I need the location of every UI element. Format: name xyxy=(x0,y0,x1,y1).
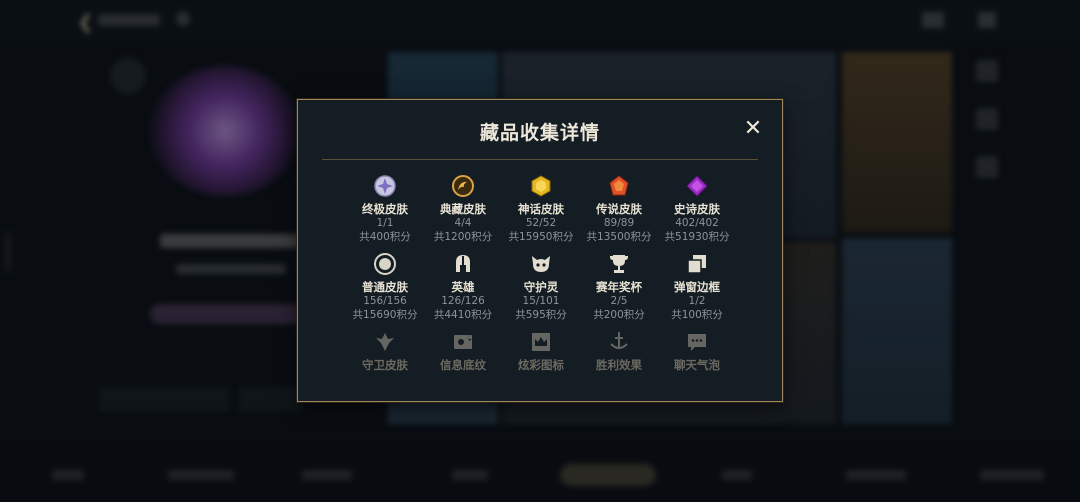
chat-bubble-icon xyxy=(685,330,709,354)
collection-grid: 终极皮肤 1/1 共400积分 典藏皮肤 4/4 共1200积分 神话皮肤 52… xyxy=(346,174,736,372)
companion-icon xyxy=(529,252,553,276)
category-name: 信息底纹 xyxy=(440,358,486,372)
standard-skin-icon xyxy=(373,252,397,276)
category-name: 英雄 xyxy=(451,280,475,294)
category-name: 守护灵 xyxy=(523,280,559,294)
collection-item-trophy: 赛年奖杯 2/5 共200积分 xyxy=(580,252,658,322)
category-count: 1/1 xyxy=(376,217,394,229)
collection-item-frame: 弹窗边框 1/2 共100积分 xyxy=(658,252,736,322)
legendary-skin-icon xyxy=(607,174,631,198)
category-points: 共595积分 xyxy=(515,309,567,321)
finisher-icon xyxy=(607,330,631,354)
category-points: 共1200积分 xyxy=(433,231,493,243)
category-points: 共13500积分 xyxy=(586,231,652,243)
collection-item-standard: 普通皮肤 156/156 共15690积分 xyxy=(346,252,424,322)
collection-item-champion: 英雄 126/126 共4410积分 xyxy=(424,252,502,322)
trophy-icon xyxy=(607,252,631,276)
collection-item-companion: 守护灵 15/101 共595积分 xyxy=(502,252,580,322)
banner-icon xyxy=(451,330,475,354)
category-count: 52/52 xyxy=(525,217,557,229)
frame-icon xyxy=(685,252,709,276)
close-button[interactable]: ✕ xyxy=(740,116,766,142)
category-name: 普通皮肤 xyxy=(362,280,408,294)
collection-row-faded: 守卫皮肤 信息底纹 炫彩图标 胜利效果 聊天气泡 xyxy=(346,330,736,372)
category-name: 赛年奖杯 xyxy=(596,280,642,294)
category-points: 共100积分 xyxy=(671,309,723,321)
category-name: 胜利效果 xyxy=(596,358,642,372)
category-count: 402/402 xyxy=(675,217,719,229)
collection-item-crown: 炫彩图标 xyxy=(502,330,580,372)
category-count: 156/156 xyxy=(363,295,407,307)
title-divider xyxy=(322,159,758,160)
category-name: 传说皮肤 xyxy=(596,202,642,216)
collection-row: 普通皮肤 156/156 共15690积分 英雄 126/126 共4410积分… xyxy=(346,252,736,330)
collection-item-legendary: 传说皮肤 89/89 共13500积分 xyxy=(580,174,658,244)
category-count: 89/89 xyxy=(603,217,635,229)
category-points: 共200积分 xyxy=(593,309,645,321)
collection-item-ward: 守卫皮肤 xyxy=(346,330,424,372)
collection-item-finisher: 胜利效果 xyxy=(580,330,658,372)
category-count: 2/5 xyxy=(610,295,628,307)
category-name: 弹窗边框 xyxy=(674,280,720,294)
mythic-skin-icon xyxy=(529,174,553,198)
collection-item-epic: 史诗皮肤 402/402 共51930积分 xyxy=(658,174,736,244)
collection-row: 终极皮肤 1/1 共400积分 典藏皮肤 4/4 共1200积分 神话皮肤 52… xyxy=(346,174,736,252)
collection-details-dialog: 藏品收集详情 ✕ 终极皮肤 1/1 共400积分 典藏皮肤 4/4 共1200积… xyxy=(297,99,783,402)
category-name: 典藏皮肤 xyxy=(440,202,486,216)
category-points: 共4410积分 xyxy=(433,309,493,321)
collection-item-mythic: 神话皮肤 52/52 共15950积分 xyxy=(502,174,580,244)
collection-item-chat-bubble: 聊天气泡 xyxy=(658,330,736,372)
category-points: 共400积分 xyxy=(359,231,411,243)
category-name: 史诗皮肤 xyxy=(674,202,720,216)
collection-item-ultimate: 终极皮肤 1/1 共400积分 xyxy=(346,174,424,244)
category-points: 共15690积分 xyxy=(352,309,418,321)
category-name: 神话皮肤 xyxy=(518,202,564,216)
collection-item-legacy: 典藏皮肤 4/4 共1200积分 xyxy=(424,174,502,244)
category-count: 1/2 xyxy=(688,295,706,307)
category-name: 聊天气泡 xyxy=(674,358,720,372)
category-name: 终极皮肤 xyxy=(362,202,408,216)
legacy-skin-icon xyxy=(451,174,475,198)
category-points: 共15950积分 xyxy=(508,231,574,243)
dialog-title: 藏品收集详情 xyxy=(479,122,600,144)
category-count: 4/4 xyxy=(454,217,472,229)
ward-skin-icon xyxy=(373,330,397,354)
category-count: 126/126 xyxy=(441,295,485,307)
category-name: 炫彩图标 xyxy=(518,358,564,372)
epic-skin-icon xyxy=(685,174,709,198)
category-points: 共51930积分 xyxy=(664,231,730,243)
crown-icon xyxy=(529,330,553,354)
category-name: 守卫皮肤 xyxy=(362,358,408,372)
ultimate-skin-icon xyxy=(373,174,397,198)
collection-item-banner: 信息底纹 xyxy=(424,330,502,372)
category-count: 15/101 xyxy=(522,295,560,307)
champion-helmet-icon xyxy=(451,252,475,276)
